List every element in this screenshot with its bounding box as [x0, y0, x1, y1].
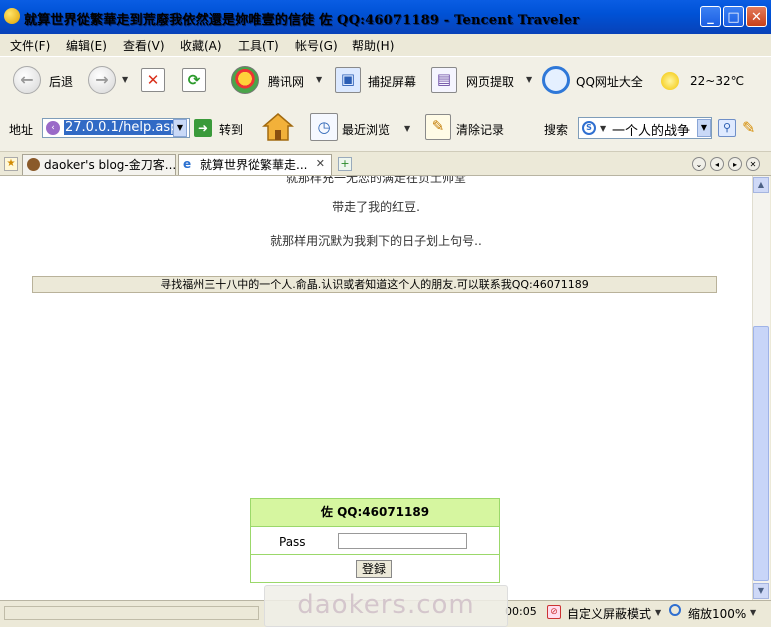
menu-help[interactable]: 帮助(H) — [352, 37, 394, 54]
recent-history-icon[interactable]: ◷ — [310, 113, 338, 141]
tab-forward-icon[interactable]: ▸ — [728, 157, 742, 171]
scroll-down-icon[interactable]: ▼ — [753, 583, 769, 599]
tab-current-page[interactable]: e 就算世界從繁華走... ✕ — [178, 154, 332, 175]
address-dropdown-icon[interactable]: ▼ — [173, 119, 187, 137]
tencent-portal-label[interactable]: 腾讯网 — [268, 73, 304, 90]
tencent-dropdown-icon[interactable]: ▼ — [316, 75, 322, 84]
new-tab-icon[interactable]: + — [338, 157, 352, 171]
zoom-level[interactable]: 缩放100% — [688, 605, 746, 622]
scroll-up-icon[interactable]: ▲ — [753, 177, 769, 193]
login-button[interactable]: 登録 — [356, 560, 392, 578]
search-go-icon[interactable]: ⚲ — [718, 119, 736, 137]
forward-arrow-icon[interactable]: → — [88, 66, 116, 94]
go-button-label[interactable]: 转到 — [219, 121, 243, 138]
page-extract-label[interactable]: 网页提取 — [466, 73, 514, 90]
extract-dropdown-icon[interactable]: ▼ — [526, 75, 532, 84]
address-value[interactable]: 27.0.0.1/help.asp — [64, 120, 180, 135]
status-time: 00:05 — [505, 605, 537, 618]
search-engine-icon[interactable]: S — [582, 121, 596, 135]
minimize-button[interactable]: _ — [700, 6, 721, 27]
clear-history-icon[interactable]: ✎ — [425, 114, 451, 140]
clear-history-label[interactable]: 清除记录 — [456, 121, 504, 138]
login-divider — [251, 526, 499, 527]
tab-back-icon[interactable]: ◂ — [710, 157, 724, 171]
menu-tools[interactable]: 工具(T) — [238, 37, 279, 54]
notice-banner: 寻找福州三十八中的一个人.俞晶.认识或者知道这个人的朋友.可以联系我QQ:460… — [32, 276, 717, 293]
screenshot-icon[interactable]: ▣ — [335, 67, 361, 93]
block-mode-icon[interactable]: ⊘ — [547, 605, 561, 619]
menu-file[interactable]: 文件(F) — [10, 37, 50, 54]
poem-line-partial: 就那样充一无恋的满走在负土帅堂 — [285, 176, 466, 185]
tab-close-all-icon[interactable]: ✕ — [746, 157, 760, 171]
favorites-star-icon[interactable]: ★ — [4, 157, 18, 171]
tab-close-icon[interactable]: ✕ — [316, 157, 325, 170]
zoom-dropdown-icon[interactable]: ▼ — [750, 608, 756, 617]
tencent-logo-icon[interactable] — [231, 66, 259, 94]
search-value[interactable]: 一个人的战争 — [612, 120, 690, 139]
menu-account[interactable]: 帐号(G) — [295, 37, 338, 54]
ie-page-icon: e — [183, 157, 192, 171]
maximize-button[interactable]: □ — [723, 6, 744, 27]
history-back-icon[interactable]: ‹ — [46, 121, 60, 135]
menu-favorites[interactable]: 收藏(A) — [180, 37, 222, 54]
poem-line: 就那样用沉默为我剩下的日子划上句号.. — [270, 234, 482, 248]
back-button-label[interactable]: 后退 — [49, 73, 73, 90]
tab-daoker-blog[interactable]: daoker's blog-金刀客... — [22, 154, 176, 175]
login-header: 佐 QQ:46071189 — [251, 499, 499, 526]
tab-list-icon[interactable]: ⌄ — [692, 157, 706, 171]
pass-label: Pass — [279, 535, 306, 549]
tab-title: 就算世界從繁華走... — [200, 158, 308, 172]
screenshot-label[interactable]: 捕捉屏幕 — [368, 73, 416, 90]
site-favicon-icon — [27, 158, 40, 171]
watermark: daokers.com — [264, 585, 508, 627]
recent-browse-label[interactable]: 最近浏览 — [342, 121, 390, 138]
weather-temperature: 22~32℃ — [690, 74, 745, 88]
password-field[interactable] — [338, 533, 467, 549]
back-arrow-icon[interactable]: ← — [13, 66, 41, 94]
login-divider — [251, 554, 499, 555]
qq-sites-label[interactable]: QQ网址大全 — [576, 73, 643, 90]
refresh-icon[interactable]: ⟳ — [182, 68, 206, 92]
home-icon[interactable] — [261, 112, 295, 142]
zoom-magnifier-icon[interactable] — [669, 604, 681, 616]
page-extract-icon[interactable]: ▤ — [431, 67, 457, 93]
sun-weather-icon — [661, 72, 679, 90]
highlight-pen-icon[interactable]: ✎ — [742, 118, 755, 137]
screen-mode-dropdown-icon[interactable]: ▼ — [655, 608, 661, 617]
poem-line: 带走了我的红豆. — [332, 200, 420, 214]
window-title: 就算世界從繁華走到荒廢我依然還是妳唯壹的信徒 佐 QQ:46071189 - T… — [24, 13, 580, 28]
address-label: 地址 — [9, 123, 34, 137]
scrollbar-thumb[interactable] — [753, 326, 769, 581]
tab-title: daoker's blog-金刀客... — [44, 158, 176, 172]
status-progress-area — [4, 606, 259, 620]
search-dropdown-icon[interactable]: ▼ — [697, 119, 711, 137]
browser-logo-icon — [4, 8, 20, 24]
menu-edit[interactable]: 编辑(E) — [66, 37, 107, 54]
search-engine-dropdown-icon[interactable]: ▼ — [600, 124, 606, 133]
search-label: 搜索 — [544, 123, 569, 137]
menu-view[interactable]: 查看(V) — [123, 37, 165, 54]
stop-icon[interactable]: ✕ — [141, 68, 165, 92]
forward-dropdown-icon[interactable]: ▼ — [122, 75, 128, 84]
close-button[interactable]: ✕ — [746, 6, 767, 27]
magnifier-icon[interactable] — [542, 66, 570, 94]
go-arrow-icon[interactable]: ➜ — [194, 119, 212, 137]
recent-dropdown-icon[interactable]: ▼ — [404, 124, 410, 133]
screen-mode-label[interactable]: 自定义屏蔽模式 — [567, 605, 651, 622]
